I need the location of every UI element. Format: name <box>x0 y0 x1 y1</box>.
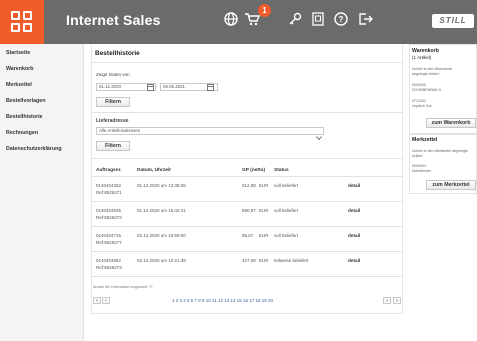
order-status: voll beliefert <box>274 183 299 188</box>
pager-next-button-2[interactable]: > <box>393 297 401 304</box>
divider <box>91 62 403 63</box>
order-ref: Ref:8526271 <box>96 190 122 195</box>
order-number: 0140404352 <box>96 183 122 188</box>
pager-prev-button-2[interactable]: < <box>102 297 110 304</box>
wishlist-panel-title: Merkzettel <box>412 137 438 143</box>
cart-item-number: 0000005 <box>412 83 426 87</box>
order-currency: EUR <box>259 258 269 263</box>
grid-icon <box>11 11 33 33</box>
order-date: 01.12.2020 um 13:38:06 <box>137 183 186 188</box>
order-amount: 612,08 <box>242 183 256 188</box>
divider <box>91 158 403 159</box>
cart-panel-title: Warenkorb <box>412 48 439 54</box>
table-header-divider <box>91 176 403 177</box>
order-number: 0140404635 <box>96 208 122 213</box>
col-header-amount: GP (netto) <box>242 168 266 173</box>
row-divider <box>91 276 403 277</box>
address-filter-button[interactable]: Filtern <box>96 141 130 151</box>
brand-logo: STILL <box>432 14 474 28</box>
wishlist-item-number: 0000004 <box>412 164 426 168</box>
order-ref: Ref:8526273 <box>96 265 122 270</box>
key-icon[interactable] <box>285 12 305 32</box>
detail-link[interactable]: detail <box>348 258 360 263</box>
sidebar-item-bestellvorlagen[interactable]: Bestellvorlagen <box>6 98 45 104</box>
pager-page-links[interactable]: 1 2 3 4 5 6 7 8 9 10 11 12 13 14 15 16 1… <box>172 298 273 303</box>
cart-panel-count: (1 Artikel) <box>412 55 432 60</box>
cart-item-number: 0712042 <box>412 99 426 103</box>
row-divider <box>91 201 403 202</box>
sidebar-item-bestellhistorie[interactable]: Bestellhistorie <box>6 114 43 120</box>
sidebar-item-rechnungen[interactable]: Rechnungen <box>6 130 38 136</box>
row-divider <box>91 226 403 227</box>
chevron-down-icon <box>316 128 322 141</box>
sidebar-item-datenschutz[interactable]: Datenschutzerklärung <box>6 146 62 152</box>
col-header-order: Auftragsnr. <box>96 168 122 173</box>
divider <box>91 112 403 113</box>
wishlist-panel-info: Zuletzt in den Merkzettel abgelegte <box>412 149 468 153</box>
order-ref: Ref:8526277 <box>96 240 122 245</box>
sidebar-nav: Startseite Warenkorb Merkzettel Bestellv… <box>0 44 84 341</box>
pager-prev-button[interactable]: < <box>93 297 101 304</box>
order-currency: EUR <box>259 183 269 188</box>
address-filter-label: Lieferadresse <box>96 118 129 124</box>
address-select[interactable]: Alle Anlieferadressen <box>96 127 324 135</box>
row-divider <box>91 251 403 252</box>
wishlist-item-name: Kabelbinder <box>412 169 432 173</box>
date-separator: - <box>156 84 158 89</box>
order-amount: 95,67 <box>242 233 254 238</box>
order-status: teilweise beliefert <box>274 258 309 263</box>
date-filter-label: Zeige Daten von <box>96 72 130 77</box>
order-number: 0140404715 <box>96 233 122 238</box>
order-date: 03.12.2020 um 10:21:38 <box>137 258 186 263</box>
calendar-icon[interactable] <box>147 84 154 91</box>
order-date: 02.12.2020 um 16:59:00 <box>137 233 186 238</box>
order-date: 01.12.2020 um 15:42:41 <box>137 208 186 213</box>
cart-panel-info: abgelegte Artikel: <box>412 72 440 76</box>
order-status: voll beliefert <box>274 233 299 238</box>
pager-next-button[interactable]: > <box>383 297 391 304</box>
page-title: Bestellhistorie <box>95 50 140 57</box>
order-currency: EUR <box>259 208 269 213</box>
detail-link[interactable]: detail <box>348 208 360 213</box>
cart-count-badge: 1 <box>258 4 271 17</box>
cart-panel-info: Zuletzt in den Warenkorb <box>412 67 453 71</box>
logout-icon[interactable] <box>356 12 376 32</box>
help-icon[interactable]: ? <box>331 12 351 32</box>
total-records-note: Anzahl der Datensätze insgesamt: 77 <box>93 285 153 289</box>
col-header-date: Datum, Uhrzeit <box>137 168 171 173</box>
contact-card-icon[interactable] <box>308 12 328 32</box>
order-status: voll beliefert <box>274 208 299 213</box>
svg-text:?: ? <box>339 15 344 24</box>
detail-link[interactable]: detail <box>348 233 360 238</box>
sidebar-item-warenkorb[interactable]: Warenkorb <box>6 66 33 72</box>
globe-icon[interactable] <box>221 12 241 32</box>
detail-link[interactable]: detail <box>348 183 360 188</box>
app-header: Internet Sales 1 ? STILL <box>0 0 477 44</box>
cart-item-name: SCHEIBENRAD 6 <box>412 88 441 92</box>
date-filter-button[interactable]: Filtern <box>96 97 130 107</box>
order-amount: 427,08 <box>242 258 256 263</box>
sidebar-item-startseite[interactable]: Startseite <box>6 50 30 56</box>
order-amount: 590,97 <box>242 208 256 213</box>
go-to-wishlist-button[interactable]: zum Merkzettel <box>426 180 476 190</box>
go-to-cart-button[interactable]: zum Warenkorb <box>426 118 476 128</box>
order-ref: Ref:8526272 <box>96 215 122 220</box>
order-number: 0140404882 <box>96 258 122 263</box>
app-menu-button[interactable] <box>0 0 44 44</box>
sidebar-item-merkzettel[interactable]: Merkzettel <box>6 82 32 88</box>
col-header-status: Status <box>274 168 289 173</box>
app-title: Internet Sales <box>66 12 161 28</box>
cart-item-name: Joystick 3ok <box>412 104 432 108</box>
wishlist-panel-info: Artikel: <box>412 154 423 158</box>
calendar-icon[interactable] <box>207 84 214 91</box>
order-currency: EUR <box>259 233 269 238</box>
